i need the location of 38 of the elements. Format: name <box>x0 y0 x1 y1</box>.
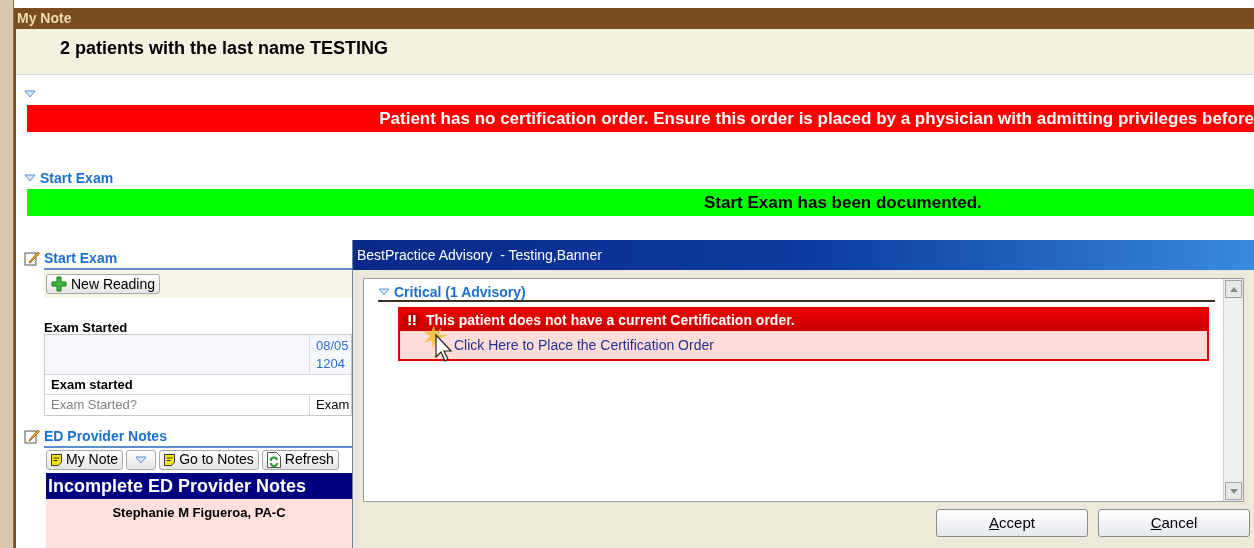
alert-banner: Start Exam has been documented. <box>27 189 1254 216</box>
collapse-triangle-icon[interactable] <box>24 174 36 182</box>
advisory-message: This patient does not have a current Certification order. <box>426 310 795 330</box>
collapse-triangle-icon[interactable] <box>24 90 36 98</box>
scroll-up-icon[interactable] <box>1225 280 1242 298</box>
pencil-icon <box>24 250 40 266</box>
table-cell: Exam Started? <box>45 395 310 415</box>
note-icon <box>164 453 176 466</box>
cancel-button[interactable]: Cancel <box>1098 509 1250 537</box>
window-title: My Note <box>14 8 1254 29</box>
collapse-triangle-icon[interactable] <box>378 288 390 296</box>
note-button[interactable]: My Note <box>46 449 124 470</box>
date-cell-text: 08/05 1204 <box>315 337 349 373</box>
row-label: Exam started <box>45 375 351 395</box>
dropdown-button[interactable] <box>126 449 157 470</box>
refresh-icon <box>266 451 281 468</box>
pencil-icon <box>24 428 40 444</box>
accept-button[interactable]: Accept <box>936 509 1088 537</box>
section-heading: Critical (1 Advisory) <box>394 282 526 302</box>
note-icon <box>51 453 62 466</box>
dialog-title: BestPractice Advisory - Testing,Banner <box>353 240 1254 270</box>
scroll-down-icon[interactable] <box>1225 482 1242 500</box>
table-cell-text: Exam <box>315 396 350 414</box>
section-heading: Start Exam <box>44 248 118 268</box>
refresh-button[interactable]: Refresh <box>261 449 339 470</box>
new-reading-button[interactable]: New Reading <box>46 274 161 294</box>
section-heading: ED Provider Notes <box>44 426 167 446</box>
alert-banner: Patient has no certification order. Ensure this order is placed by a physician with admitting privileges before <box>27 105 1254 132</box>
patient-count-text: 2 patients with the last name TESTING <box>60 37 389 60</box>
scrollbar[interactable] <box>1223 279 1243 501</box>
note-button[interactable]: Go to Notes <box>159 449 259 470</box>
group-label: Exam Started <box>44 319 129 334</box>
warning-icon <box>404 312 420 328</box>
plus-icon <box>51 276 67 292</box>
author-name: Stephanie M Figueroa, PA-C <box>112 504 286 522</box>
notes-banner: Incomplete ED Provider Notes <box>46 473 352 499</box>
section-heading: Start Exam <box>40 168 114 188</box>
caret-icon <box>135 455 148 464</box>
